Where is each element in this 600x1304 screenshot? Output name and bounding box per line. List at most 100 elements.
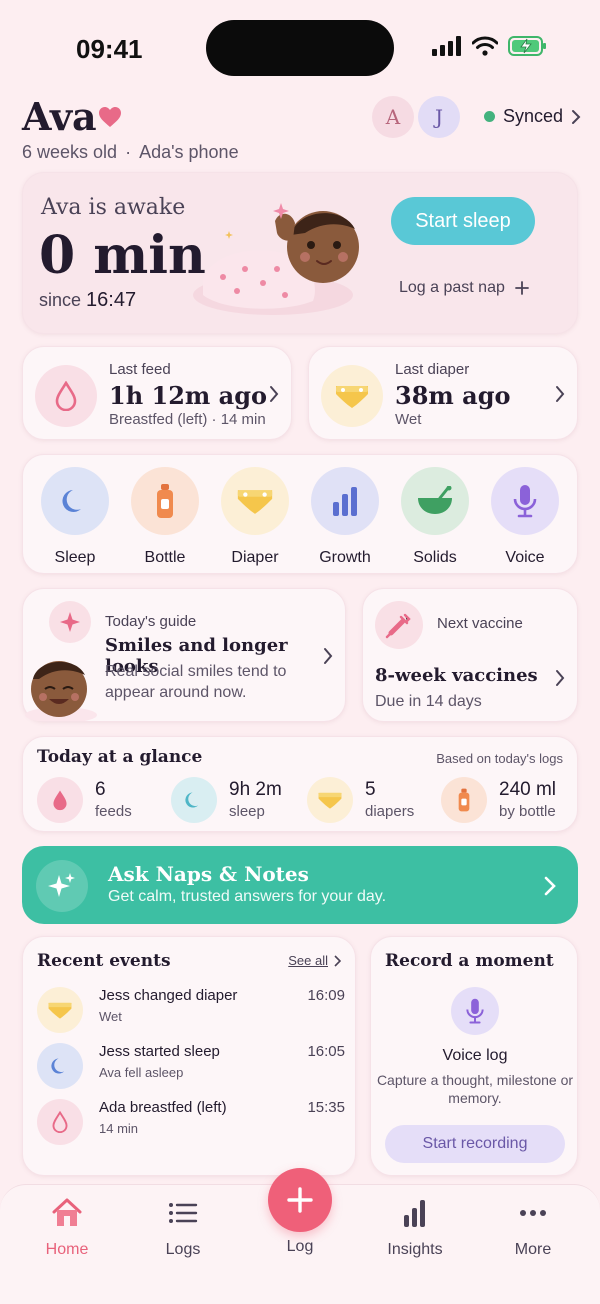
glance-unit: sleep	[229, 803, 265, 820]
start-sleep-button[interactable]: Start sleep	[391, 197, 535, 245]
sparkle-icon	[49, 601, 91, 643]
tab-label: Home	[45, 1241, 89, 1258]
chevron-right-icon	[572, 109, 581, 124]
moon-icon	[37, 1043, 83, 1089]
awake-duration: 0 min	[39, 225, 206, 286]
action-bottle[interactable]: Bottle	[125, 467, 205, 567]
voice-log-description: Capture a thought, milestone or memory.	[376, 1072, 574, 1106]
chevron-right-icon	[556, 670, 565, 686]
last-diaper-card[interactable]: Last diaper 38m ago Wet	[308, 346, 578, 440]
tab-log-label: Log	[286, 1238, 314, 1255]
dynamic-island	[206, 20, 394, 76]
see-all-link[interactable]: See all	[288, 953, 341, 968]
tab-insights[interactable]: Insights	[370, 1197, 460, 1259]
awake-status-card: Ava is awake 0 min since 16:47 Start sle…	[22, 172, 578, 334]
chevron-right-icon	[334, 954, 341, 967]
drop-icon	[37, 777, 83, 823]
battery-charging-icon	[508, 36, 546, 56]
see-all-label: See all	[288, 953, 328, 968]
system-icons	[432, 36, 548, 56]
event-title: Jess changed diaper	[99, 987, 238, 1004]
syringe-icon	[375, 601, 423, 649]
glance-title: Today at a glance	[37, 747, 203, 767]
recent-title: Recent events	[37, 951, 171, 971]
avatar-j[interactable]: J	[418, 96, 460, 138]
bar-chart-icon	[311, 467, 379, 535]
sparkles-icon	[36, 860, 88, 912]
tab-more[interactable]: More	[488, 1197, 578, 1259]
event-detail: Ava fell asleep	[99, 1065, 184, 1080]
action-growth[interactable]: Growth	[305, 467, 385, 567]
avatar-a[interactable]: A	[372, 96, 414, 138]
ask-title: Ask Naps & Notes	[108, 862, 309, 886]
action-label: Solids	[413, 549, 457, 566]
event-title: Jess started sleep	[99, 1043, 220, 1060]
last-feed-card[interactable]: Last feed 1h 12m ago Breastfed (left) · …	[22, 346, 292, 440]
sync-status-button[interactable]: Synced	[484, 106, 581, 127]
last-feed-detail: Breastfed (left) · 14 min	[109, 411, 266, 428]
action-voice[interactable]: Voice	[485, 467, 565, 567]
glance-unit: feeds	[95, 803, 132, 820]
device-name: Ada's phone	[139, 142, 239, 162]
ask-naps-notes-banner[interactable]: Ask Naps & Notes Get calm, trusted answe…	[22, 846, 578, 924]
baby-age: 6 weeks old	[22, 142, 118, 162]
event-row[interactable]: Jess started sleep Ava fell asleep 16:05	[37, 1041, 345, 1089]
more-dots-icon	[488, 1197, 578, 1229]
status-time: 09:41	[76, 34, 143, 64]
vaccine-title: 8-week vaccines	[375, 665, 538, 686]
bar-chart-icon	[370, 1197, 460, 1229]
sync-dot	[484, 111, 495, 122]
todays-guide-card[interactable]: Today's guide Smiles and longer looks Re…	[22, 588, 346, 722]
tab-label: Logs	[165, 1241, 201, 1258]
smiling-baby-illustration	[25, 661, 97, 721]
heart-icon	[99, 107, 121, 127]
event-row[interactable]: Jess changed diaper Wet 16:09	[37, 985, 345, 1033]
drop-icon	[35, 365, 97, 427]
action-sleep[interactable]: Sleep	[35, 467, 115, 567]
moon-icon	[41, 467, 109, 535]
vaccine-due: Due in 14 days	[375, 693, 482, 710]
log-past-nap-button[interactable]: Log a past nap	[399, 279, 529, 297]
action-label: Growth	[319, 549, 371, 566]
log-fab-button[interactable]	[268, 1168, 332, 1232]
since-text: since 16:47	[39, 289, 136, 312]
diaper-icon	[307, 777, 353, 823]
vaccine-label: Next vaccine	[437, 615, 523, 632]
last-diaper-detail: Wet	[395, 411, 422, 428]
ask-subtitle: Get calm, trusted answers for your day.	[108, 888, 387, 905]
chevron-right-icon	[556, 386, 565, 402]
baby-waving-illustration	[193, 203, 359, 315]
glance-note: Based on today's logs	[436, 751, 563, 766]
quick-actions: Sleep Bottle Diaper Growth Solids Voice	[22, 454, 578, 574]
since-time: 16:47	[86, 289, 137, 311]
wifi-icon	[472, 36, 498, 56]
today-at-a-glance: Today at a glance Based on today's logs …	[22, 736, 578, 832]
action-diaper[interactable]: Diaper	[215, 467, 295, 567]
action-solids[interactable]: Solids	[395, 467, 475, 567]
microphone-icon	[491, 467, 559, 535]
diaper-icon	[37, 987, 83, 1033]
event-time: 16:05	[307, 1043, 345, 1060]
action-label: Sleep	[54, 549, 96, 566]
last-diaper-label: Last diaper	[395, 361, 470, 378]
bottle-icon	[131, 467, 199, 535]
voice-log-label: Voice log	[442, 1047, 508, 1064]
event-detail: 14 min	[99, 1121, 139, 1136]
home-icon	[22, 1197, 112, 1229]
tab-logs[interactable]: Logs	[138, 1197, 228, 1259]
log-past-nap-label: Log a past nap	[399, 279, 505, 296]
glance-value: 6	[95, 779, 106, 800]
tab-home[interactable]: Home	[22, 1197, 112, 1259]
plus-icon	[287, 1187, 313, 1213]
tab-label: Insights	[387, 1241, 443, 1258]
last-diaper-value: 38m ago	[395, 381, 511, 410]
event-detail: Wet	[99, 1009, 122, 1024]
start-recording-button[interactable]: Start recording	[385, 1125, 565, 1163]
action-label: Diaper	[231, 549, 279, 566]
diaper-icon	[321, 365, 383, 427]
since-label: since	[39, 290, 82, 310]
record-moment-card: Record a moment Voice log Capture a thou…	[370, 936, 578, 1176]
drop-icon	[37, 1099, 83, 1145]
event-row[interactable]: Ada breastfed (left) 14 min 15:35	[37, 1097, 345, 1145]
next-vaccine-card[interactable]: Next vaccine 8-week vaccines Due in 14 d…	[362, 588, 578, 722]
